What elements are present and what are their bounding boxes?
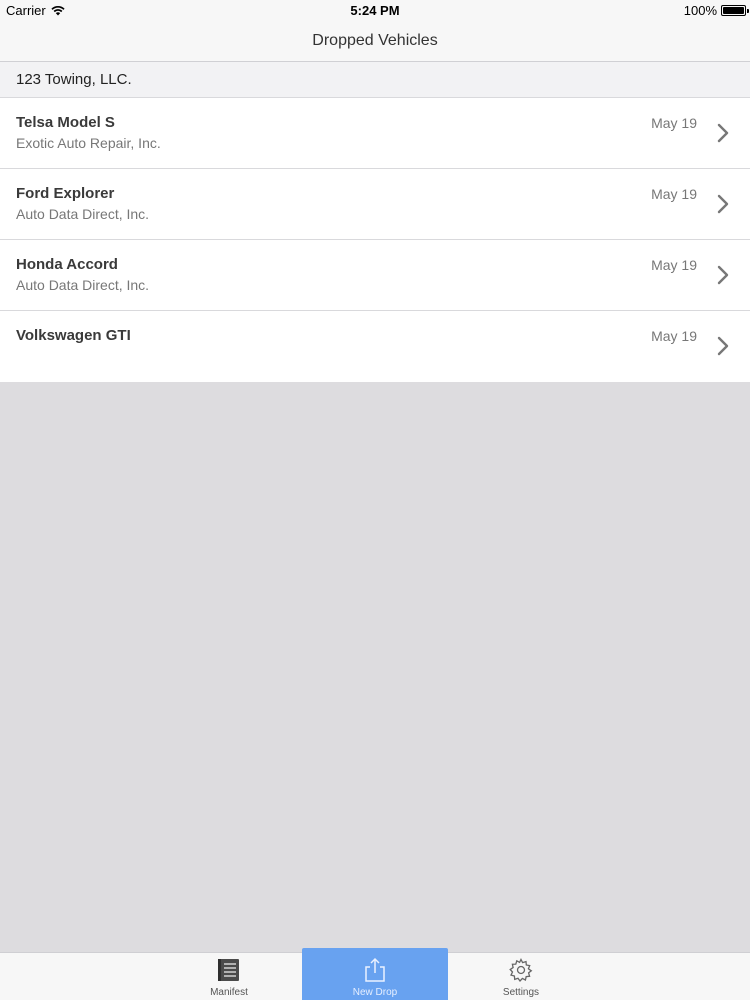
battery-percent: 100% — [683, 3, 717, 18]
tab-new-drop[interactable]: New Drop — [302, 948, 448, 1000]
manifest-icon — [218, 959, 239, 981]
gear-icon — [509, 958, 533, 983]
vehicle-subtitle: Exotic Auto Repair, Inc. — [16, 135, 161, 151]
vehicle-title: Volkswagen GTI — [16, 327, 131, 344]
vehicle-title: Telsa Model S — [16, 114, 115, 131]
vehicle-title: Honda Accord — [16, 256, 118, 273]
tab-label: Settings — [502, 987, 540, 998]
vehicle-subtitle: Auto Data Direct, Inc. — [16, 277, 150, 293]
chevron-right-icon — [717, 336, 729, 356]
vehicle-row[interactable]: Telsa Model S Exotic Auto Repair, Inc. M… — [0, 98, 750, 169]
vehicle-row[interactable]: Ford Explorer Auto Data Direct, Inc. May… — [0, 169, 750, 240]
vehicle-date: May 19 — [651, 186, 697, 202]
vehicle-list: Telsa Model S Exotic Auto Repair, Inc. M… — [0, 98, 750, 382]
tab-settings[interactable]: Settings — [448, 948, 594, 1000]
chevron-right-icon — [717, 265, 729, 285]
vehicle-subtitle: Auto Data Direct, Inc. — [16, 206, 150, 222]
battery-icon — [721, 5, 749, 16]
page-title: Dropped Vehicles — [312, 32, 438, 49]
battery-fill — [723, 7, 744, 14]
status-right: 100% — [683, 3, 749, 18]
chevron-right-icon — [717, 194, 729, 214]
vehicle-title: Ford Explorer — [16, 185, 115, 202]
vehicle-row[interactable]: Honda Accord Auto Data Direct, Inc. May … — [0, 240, 750, 311]
vehicle-row[interactable]: Volkswagen GTI May 19 — [0, 311, 750, 382]
share-icon — [365, 957, 385, 982]
vehicle-date: May 19 — [651, 328, 697, 344]
section-header: 123 Towing, LLC. — [0, 62, 750, 98]
tab-bar: Manifest New Drop Settings — [0, 948, 750, 1000]
vehicle-date: May 19 — [651, 257, 697, 273]
status-bar: Carrier 5:24 PM 100% — [0, 0, 750, 20]
tab-manifest[interactable]: Manifest — [156, 948, 302, 1000]
tab-label: New Drop — [352, 987, 398, 998]
chevron-right-icon — [717, 123, 729, 143]
vehicle-date: May 19 — [651, 115, 697, 131]
nav-bar: Dropped Vehicles — [0, 20, 750, 62]
status-time: 5:24 PM — [350, 3, 400, 18]
tab-label: Manifest — [210, 987, 248, 998]
app-screen: Carrier 5:24 PM 100% Dropped Vehicles 12… — [0, 0, 750, 1000]
